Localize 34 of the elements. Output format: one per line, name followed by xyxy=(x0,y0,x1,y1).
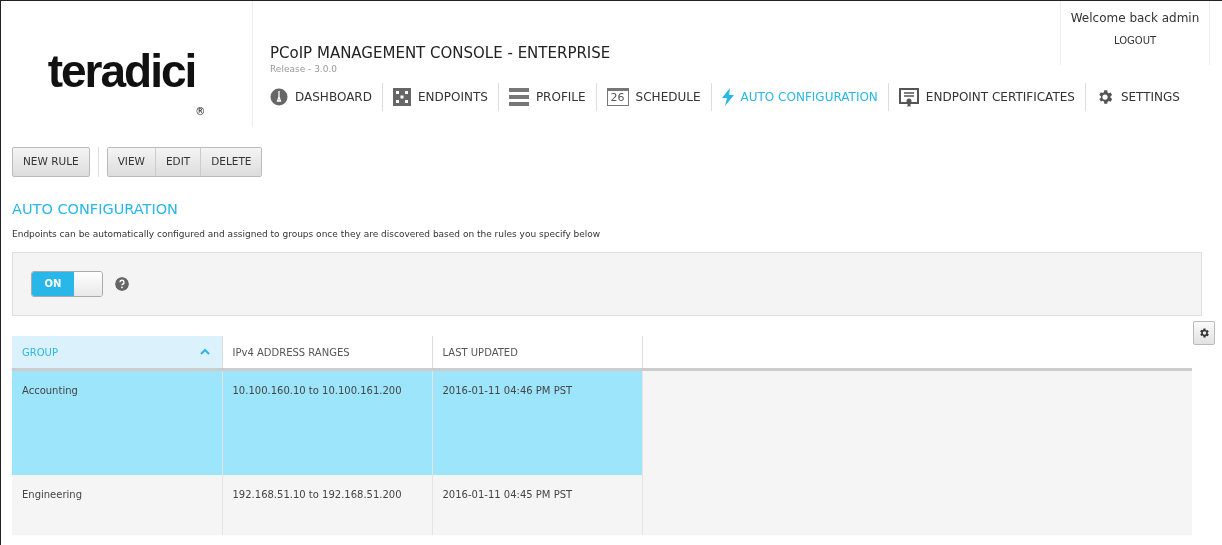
welcome-text: Welcome back admin xyxy=(1069,10,1201,27)
nav-tab[interactable]: PROFILE xyxy=(498,83,597,111)
calendar-icon: 26 xyxy=(606,88,629,106)
console-title: PCoIP MANAGEMENT CONSOLE - ENTERPRISE xyxy=(270,45,611,62)
certificate-icon xyxy=(898,87,919,107)
nav-tab[interactable]: SETTINGS xyxy=(1085,83,1190,111)
section-description: Endpoints can be automatically configured and assigned to groups once they are discovered based on the rules you specify below xyxy=(12,228,602,242)
nav-tab[interactable]: 26 SCHEDULE xyxy=(596,83,712,111)
release-label: Release - 3.0.0 xyxy=(270,65,338,74)
toolbar-button[interactable]: EDIT xyxy=(156,148,202,176)
nav-tab[interactable]: ENDPOINT CERTIFICATES xyxy=(888,83,1086,111)
nav-tab[interactable]: ENDPOINTS xyxy=(382,83,499,111)
gauge-icon xyxy=(270,88,288,106)
table-cell: 2016-01-11 04:46 PM PST xyxy=(432,369,642,475)
logo: teradici xyxy=(47,48,196,94)
table-cell: 10.100.160.10 to 10.100.161.200 xyxy=(222,369,432,475)
table-cell: Accounting xyxy=(12,369,222,475)
grid-icon xyxy=(392,88,411,106)
logout-link[interactable]: LOGOUT xyxy=(1113,35,1157,46)
lightning-icon xyxy=(721,88,734,106)
help-icon[interactable] xyxy=(115,276,129,291)
registered-mark: ® xyxy=(195,105,206,119)
settings-button[interactable] xyxy=(1193,320,1215,345)
stack-icon xyxy=(508,88,529,106)
nav-tab[interactable]: DASHBOARD xyxy=(270,83,383,111)
gear-icon xyxy=(1198,326,1210,339)
new-rule-button[interactable]: NEW RULE xyxy=(12,147,90,177)
toolbar-button[interactable]: VIEW xyxy=(107,148,156,176)
table-cell: Engineering xyxy=(12,474,222,535)
sort-icon xyxy=(199,347,210,355)
toolbar-button[interactable]: DELETE xyxy=(201,148,262,176)
section-heading: AUTO CONFIGURATION xyxy=(12,201,179,219)
table-cell: 192.168.51.10 to 192.168.51.200 xyxy=(222,474,432,535)
table-cell: 2016-01-11 04:45 PM PST xyxy=(432,474,642,535)
